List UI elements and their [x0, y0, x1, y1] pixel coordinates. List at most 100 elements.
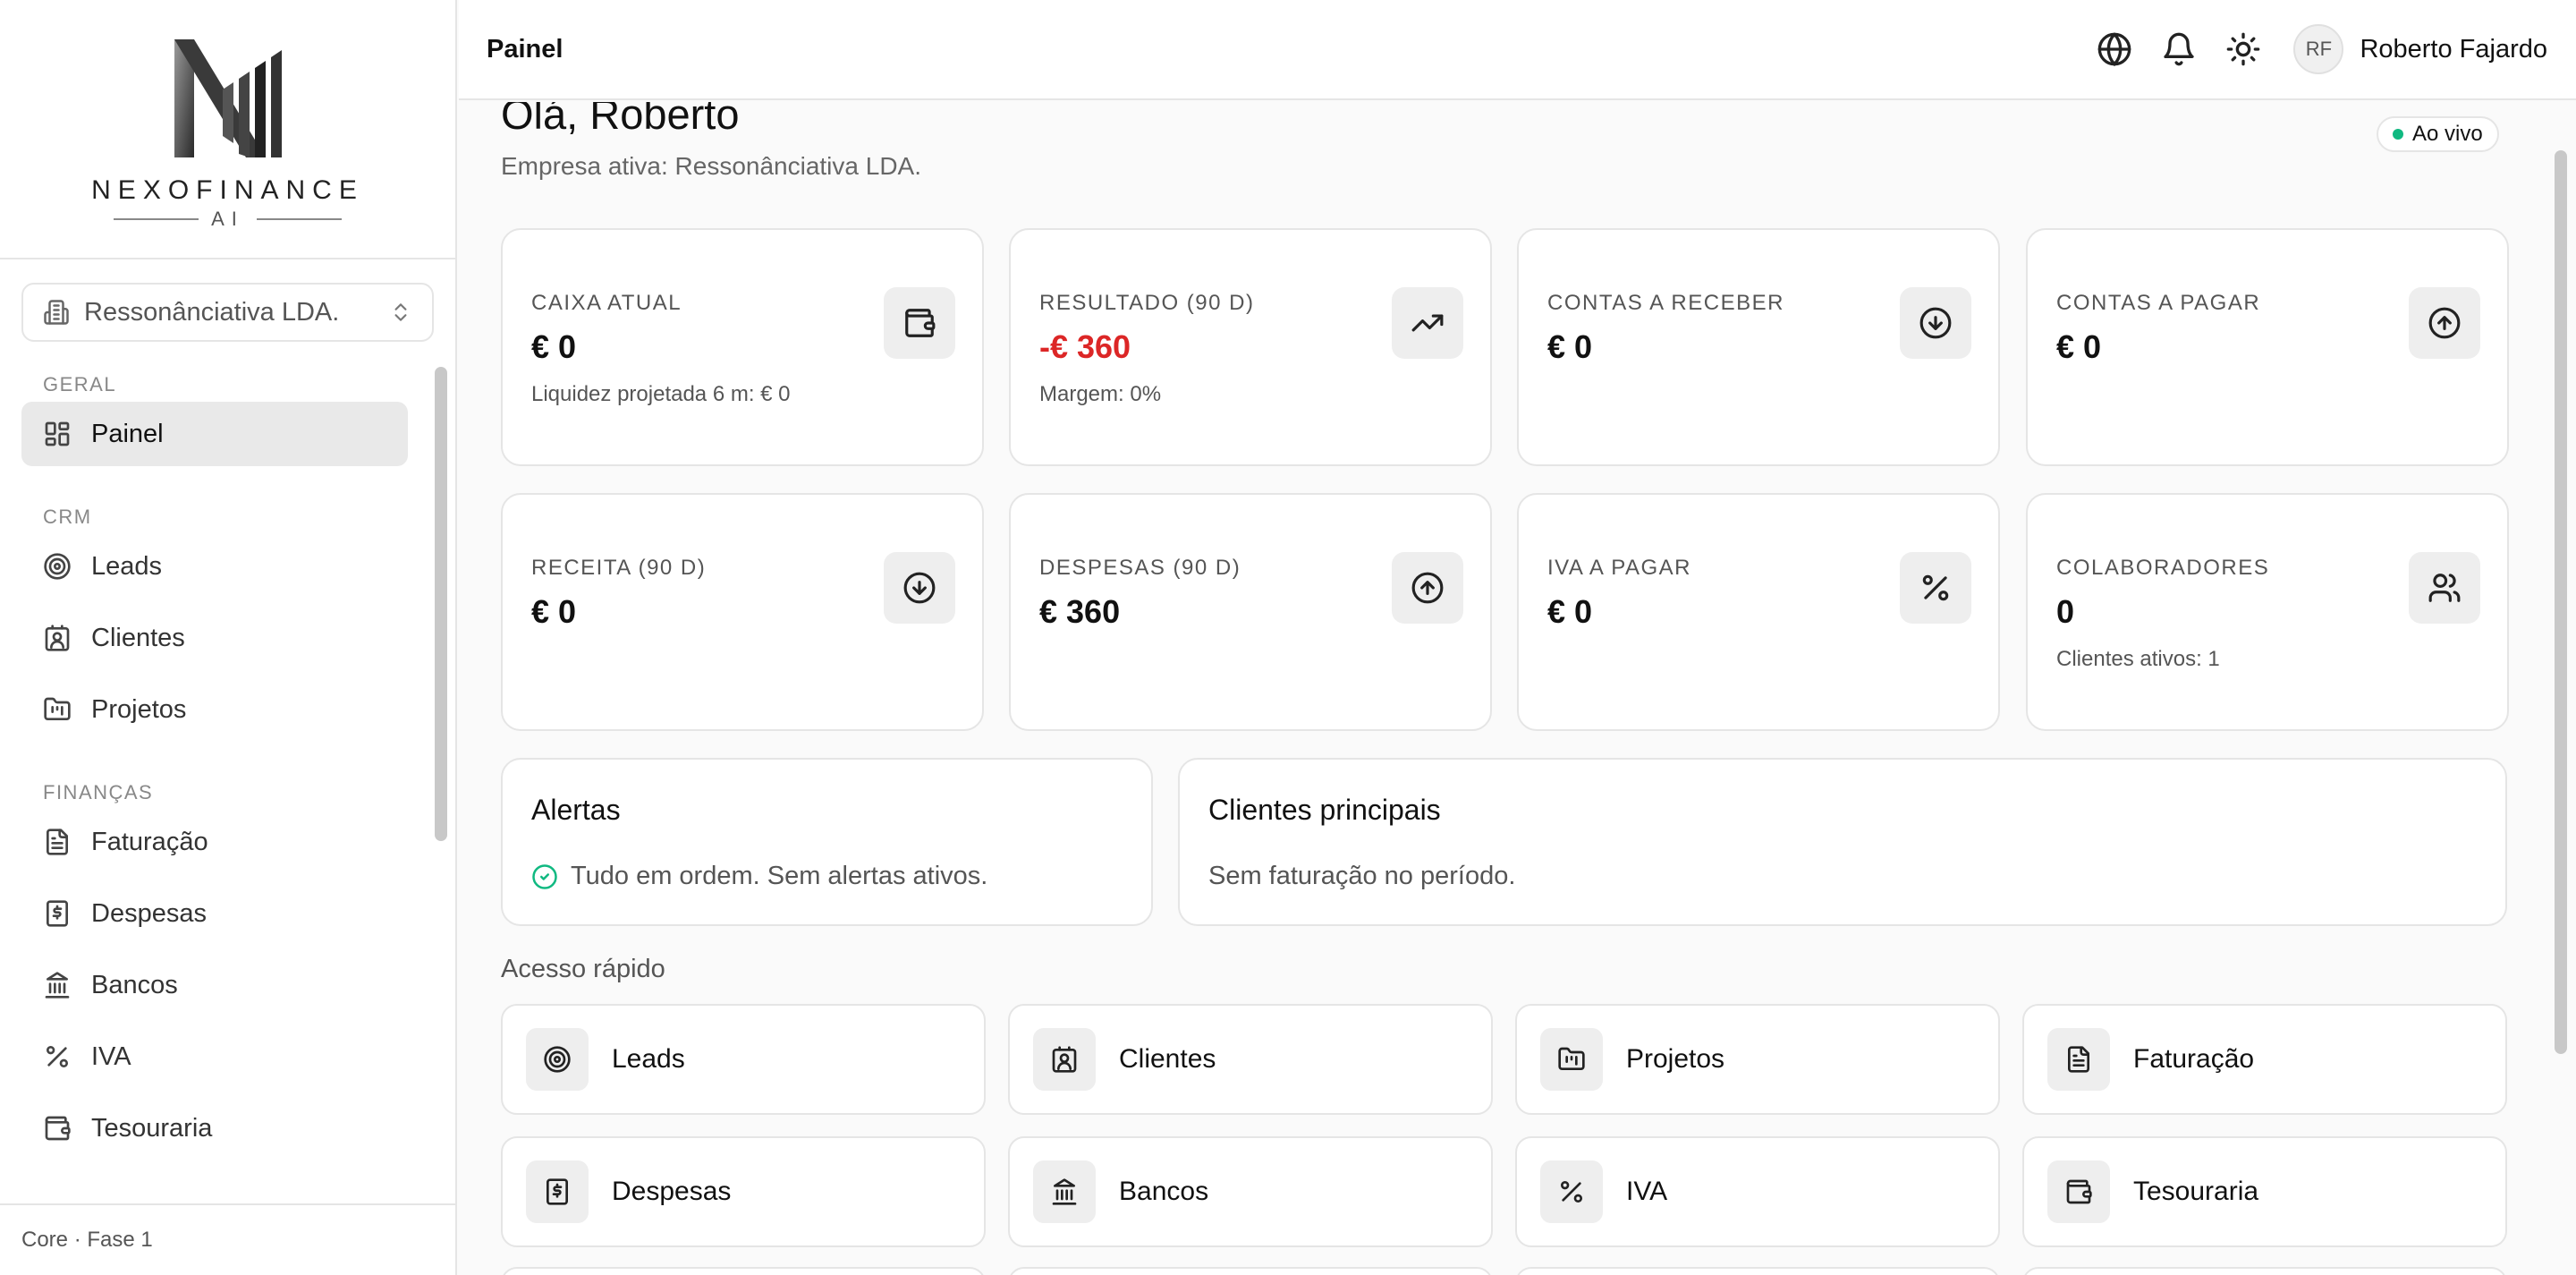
quick-access-card-partial[interactable] — [501, 1267, 986, 1275]
stat-card-caixa-atual[interactable]: CAIXA ATUAL € 0 Liquidez projetada 6 m: … — [501, 228, 984, 466]
quick-access-label: Clientes — [1119, 1044, 1216, 1074]
target-icon — [544, 1046, 571, 1073]
top-clients-message: Sem faturação no período. — [1208, 862, 1516, 890]
stat-card-despesas[interactable]: DESPESAS (90 D) € 360 — [1009, 493, 1492, 731]
quick-access-label: Projetos — [1626, 1044, 1725, 1074]
stat-icon-box — [1900, 287, 1971, 359]
sidebar-item-label: Painel — [91, 419, 164, 448]
stat-value: € 0 — [531, 328, 577, 365]
user-name[interactable]: Roberto Fajardo — [2360, 35, 2547, 64]
stat-label: CONTAS A RECEBER — [1547, 291, 1784, 315]
top-clients-panel: Clientes principais Sem faturação no per… — [1178, 758, 2507, 926]
alerts-message: Tudo em ordem. Sem alertas ativos. — [571, 862, 988, 890]
company-selector[interactable]: Ressonânciativa LDA. — [21, 283, 434, 342]
brand-name: NEXOFINANCE — [91, 175, 364, 205]
stat-label: CONTAS A PAGAR — [2056, 291, 2261, 315]
sidebar-item-faturacao[interactable]: Faturação — [21, 810, 408, 874]
quick-access-label: IVA — [1626, 1177, 1668, 1206]
alerts-title: Alertas — [531, 794, 621, 826]
quick-access-despesas[interactable]: Despesas — [501, 1136, 986, 1247]
sun-icon[interactable] — [2225, 31, 2261, 67]
stat-value: -€ 360 — [1039, 328, 1131, 365]
stat-label: IVA A PAGAR — [1547, 556, 1692, 580]
arrow-up-circle-icon — [2428, 307, 2461, 339]
company-selector-value: Ressonânciativa LDA. — [84, 297, 340, 327]
stat-value: € 0 — [1547, 593, 1593, 630]
stat-icon-box — [1392, 552, 1463, 624]
stat-card-contas-a-receber[interactable]: CONTAS A RECEBER € 0 — [1517, 228, 2000, 466]
quick-access-bancos[interactable]: Bancos — [1008, 1136, 1493, 1247]
arrow-down-circle-icon — [1919, 307, 1952, 339]
building-icon — [44, 300, 69, 325]
sidebar-item-tesouraria[interactable]: Tesouraria — [21, 1096, 408, 1160]
quick-access-leads[interactable]: Leads — [501, 1004, 986, 1115]
stat-card-resultado[interactable]: RESULTADO (90 D) -€ 360 Margem: 0% — [1009, 228, 1492, 466]
quick-access-tesouraria[interactable]: Tesouraria — [2022, 1136, 2507, 1247]
section-label-geral: GERAL — [43, 373, 117, 395]
target-icon — [44, 553, 71, 580]
sidebar-item-projetos[interactable]: Projetos — [21, 677, 408, 742]
quick-access-card-partial[interactable] — [1008, 1267, 1493, 1275]
brand-logo[interactable]: NEXOFINANCE AI — [0, 0, 455, 259]
stat-label: RECEITA (90 D) — [531, 556, 707, 580]
wallet-icon — [2066, 1179, 2092, 1204]
wallet-icon — [45, 1116, 71, 1141]
arrow-up-circle-icon — [1411, 572, 1444, 604]
sidebar-item-despesas[interactable]: Despesas — [21, 881, 408, 946]
stat-card-receita[interactable]: RECEITA (90 D) € 0 — [501, 493, 984, 731]
sidebar-item-iva[interactable]: IVA — [21, 1024, 408, 1089]
stat-icon-box — [1392, 287, 1463, 359]
sidebar-item-label: Tesouraria — [91, 1113, 213, 1143]
stat-sub: Margem: 0% — [1039, 382, 1162, 406]
sidebar-item-label: Bancos — [91, 970, 178, 999]
section-label-crm: CRM — [43, 506, 92, 528]
stat-card-iva-a-pagar[interactable]: IVA A PAGAR € 0 — [1517, 493, 2000, 731]
quick-access-card-partial[interactable] — [1515, 1267, 2000, 1275]
wallet-icon — [905, 309, 936, 337]
quick-access-label: Tesouraria — [2133, 1177, 2259, 1206]
stat-label: COLABORADORES — [2056, 556, 2270, 580]
check-circle-icon — [532, 863, 557, 889]
file-text-icon — [2068, 1046, 2089, 1073]
quick-access-faturacao[interactable]: Faturação — [2022, 1004, 2507, 1115]
stat-card-contas-a-pagar[interactable]: CONTAS A PAGAR € 0 — [2026, 228, 2509, 466]
brand-sub: AI — [211, 208, 244, 230]
page-title: Painel — [487, 34, 564, 64]
quick-access-iva[interactable]: IVA — [1515, 1136, 2000, 1247]
folder-icon — [1558, 1047, 1585, 1070]
stat-label: RESULTADO (90 D) — [1039, 291, 1255, 315]
stat-value: 0 — [2056, 593, 2075, 630]
sidebar-item-label: Leads — [91, 551, 163, 581]
globe-icon[interactable] — [2097, 31, 2132, 67]
file-text-icon — [47, 829, 68, 855]
stat-icon-box — [2409, 552, 2480, 624]
section-label-financas: FINANÇAS — [43, 781, 154, 803]
sidebar-item-bancos[interactable]: Bancos — [21, 953, 408, 1017]
stat-icon-box — [884, 552, 955, 624]
stat-card-colaboradores[interactable]: COLABORADORES 0 Clientes ativos: 1 — [2026, 493, 2509, 731]
contact-icon — [45, 625, 70, 651]
stat-icon-box — [884, 287, 955, 359]
bell-icon[interactable] — [2161, 31, 2197, 67]
dashboard-icon — [45, 421, 70, 446]
sidebar-item-painel[interactable]: Painel — [21, 402, 408, 466]
folder-icon — [44, 697, 71, 720]
main-scrollbar[interactable] — [2555, 150, 2567, 1054]
quick-access-projetos[interactable]: Projetos — [1515, 1004, 2000, 1115]
receipt-icon — [547, 1178, 568, 1205]
chevrons-up-down-icon — [394, 303, 407, 321]
topbar: Painel RF Roberto Fajardo — [459, 0, 2576, 100]
quick-access-card-partial[interactable] — [2022, 1267, 2507, 1275]
quick-access-clientes[interactable]: Clientes — [1008, 1004, 1493, 1115]
contact-icon — [1052, 1046, 1077, 1073]
stat-value: € 0 — [2056, 328, 2102, 365]
sidebar-scrollbar[interactable] — [435, 367, 447, 841]
stat-label: DESPESAS (90 D) — [1039, 556, 1241, 580]
sidebar-item-leads[interactable]: Leads — [21, 534, 408, 599]
arrow-down-circle-icon — [903, 572, 936, 604]
sidebar-item-label: Projetos — [91, 694, 187, 724]
sidebar-item-clientes[interactable]: Clientes — [21, 606, 408, 670]
avatar[interactable]: RF — [2293, 24, 2344, 74]
stat-value: € 0 — [531, 593, 577, 630]
quick-access-label: Despesas — [612, 1177, 732, 1206]
